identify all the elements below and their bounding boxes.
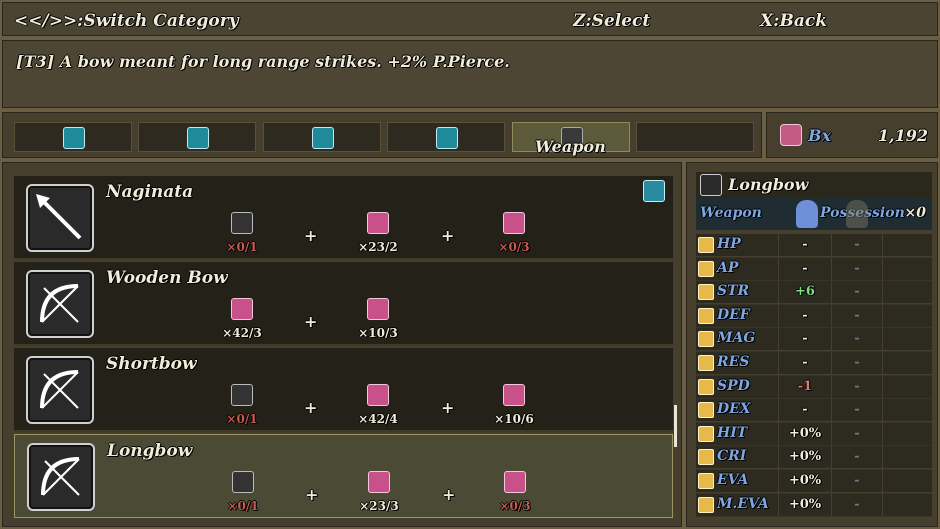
stat-row-cri: CRI +0% - — [696, 446, 932, 470]
category-tab-6[interactable] — [636, 122, 754, 152]
currency-amount: 1,192 — [877, 126, 928, 145]
item-type-row: Weapon Possession ×0 — [696, 198, 932, 230]
recipe-list: Naginata ×0/1 + ×23/2 + ×0/3 Wooden Bow … — [0, 160, 684, 529]
potion-icon — [436, 127, 458, 149]
bandage-material-icon — [367, 384, 389, 406]
stat-row-mag: MAG - - — [696, 328, 932, 352]
stat-row-def: DEF - - — [696, 304, 932, 329]
item-stats-panel: Longbow Weapon Possession ×0 HP-- AP-- S… — [684, 160, 940, 529]
category-tabs — [0, 110, 764, 160]
currency-icon — [780, 124, 802, 146]
recipe-row-longbow[interactable]: Longbow ×0/1 + ×23/3 + ×0/3 — [14, 434, 673, 518]
recipe-name: Shortbow — [106, 354, 197, 374]
bandage-material-icon — [368, 471, 390, 493]
category-tab-4[interactable] — [387, 122, 505, 152]
material-count: ×10/6 — [494, 412, 534, 426]
material-count: ×0/1 — [227, 499, 259, 513]
item-description: [T3] A bow meant for long range strikes.… — [16, 52, 510, 71]
material-count: ×23/2 — [358, 240, 398, 254]
select-hint: Z:Select — [573, 11, 651, 31]
back-hint: X:Back — [760, 11, 827, 31]
material-count: ×42/3 — [222, 326, 262, 340]
ap-icon — [698, 260, 714, 277]
description-panel: [T3] A bow meant for long range strikes.… — [0, 38, 940, 110]
recipe-name: Wooden Bow — [106, 268, 228, 288]
recipe-name: Naginata — [106, 182, 194, 202]
ore-material-icon — [504, 471, 526, 493]
recipe-row-naginata[interactable]: Naginata ×0/1 + ×23/2 + ×0/3 — [14, 176, 673, 260]
material-count: ×0/3 — [499, 499, 531, 513]
recipe-row-wooden-bow[interactable]: Wooden Bow ×42/3 + ×10/3 — [14, 262, 673, 346]
material-count: ×42/4 — [358, 412, 398, 426]
possession-count: ×0 — [904, 205, 926, 221]
category-tab-3[interactable] — [263, 122, 381, 152]
fist-icon — [698, 284, 714, 301]
bandage-material-icon — [367, 212, 389, 234]
heart-icon — [698, 237, 714, 253]
ore-material-icon — [503, 212, 525, 234]
stat-row-hit: HIT +0% - — [696, 422, 932, 447]
stat-row-res: RES - - — [696, 352, 932, 376]
bow-icon — [231, 384, 253, 406]
meva-icon — [698, 496, 714, 513]
switch-category-hint: <</>>:Switch Category — [14, 11, 239, 31]
potion-icon — [187, 127, 209, 149]
stat-row-str: STR +6- — [696, 281, 932, 305]
item-name: Longbow — [728, 175, 809, 194]
item-type: Weapon — [700, 205, 762, 221]
stat-row-spd: SPD -1- — [696, 375, 932, 400]
fiber-material-icon — [503, 384, 525, 406]
character-portrait — [796, 200, 818, 228]
recipe-name: Longbow — [107, 441, 193, 461]
hit-icon — [698, 425, 714, 442]
bow-icon — [700, 174, 722, 196]
wing-icon — [698, 378, 714, 395]
spear-icon — [231, 212, 253, 234]
star-icon — [698, 331, 714, 348]
spear-icon — [26, 184, 94, 252]
shield-icon — [698, 307, 714, 324]
bow-icon — [26, 270, 94, 338]
character-portrait — [846, 200, 868, 228]
material-count: ×10/3 — [358, 326, 398, 340]
dex-icon — [698, 402, 714, 419]
top-help-bar: <</>>:Switch Category Z:Select X:Back — [0, 0, 940, 38]
crit-icon — [698, 449, 714, 466]
item-header: Longbow — [696, 172, 932, 198]
fiber-material-icon — [367, 298, 389, 320]
material-count: ×0/1 — [226, 412, 258, 426]
res-icon — [698, 355, 714, 371]
material-count: ×0/3 — [498, 240, 530, 254]
stat-row-meva: M.EVA +0% - — [696, 493, 932, 518]
stat-row-eva: EVA +0% - — [696, 470, 932, 494]
category-tab-1[interactable] — [14, 122, 132, 152]
currency-panel: Bx 1,192 — [764, 110, 940, 160]
list-scrollbar[interactable] — [674, 405, 677, 447]
material-count: ×23/3 — [359, 499, 399, 513]
bow-icon — [27, 443, 95, 511]
category-label: Weapon — [535, 137, 606, 156]
eva-icon — [698, 473, 714, 489]
potion-icon — [312, 127, 334, 149]
bow-icon — [232, 471, 254, 493]
stat-row-dex: DEX - - — [696, 399, 932, 423]
material-count: ×0/1 — [226, 240, 258, 254]
recipe-row-shortbow[interactable]: Shortbow ×0/1 + ×42/4 + ×10/6 — [14, 348, 673, 432]
stat-row-hp: HP - - — [696, 234, 932, 258]
category-tab-2[interactable] — [138, 122, 256, 152]
hammer-icon — [643, 180, 665, 202]
potion-icon — [63, 127, 85, 149]
bandage-material-icon — [231, 298, 253, 320]
bow-icon — [26, 356, 94, 424]
currency-name: Bx — [808, 126, 832, 145]
stat-row-ap: AP - - — [696, 257, 932, 282]
